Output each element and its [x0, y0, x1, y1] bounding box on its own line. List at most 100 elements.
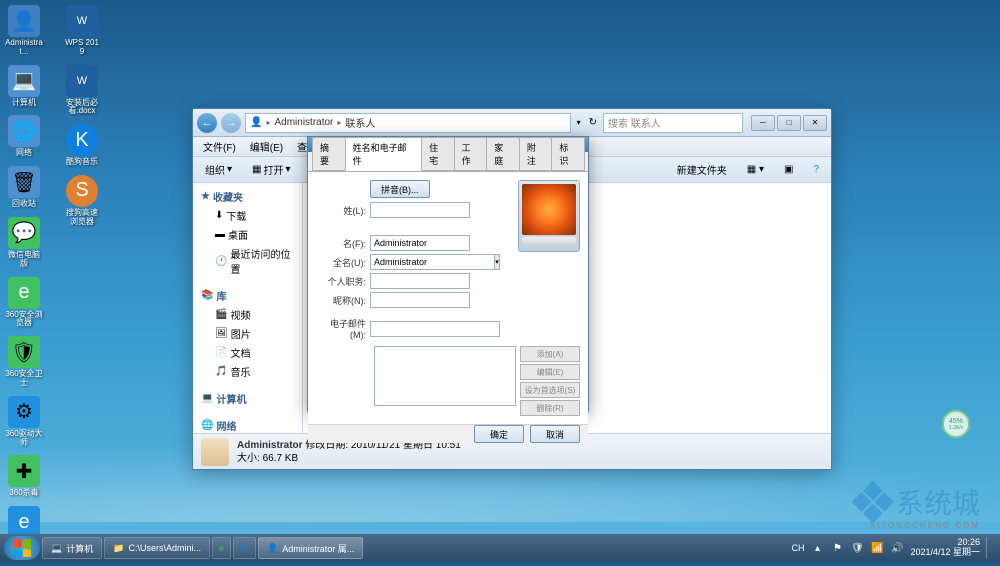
tab-name-email[interactable]: 姓名和电子邮件 [345, 137, 423, 171]
watermark-logo-icon [852, 481, 894, 523]
tray-network-icon[interactable]: 📶 [870, 541, 884, 555]
close-button[interactable]: ✕ [803, 115, 827, 131]
surname-input[interactable] [370, 202, 470, 218]
desktop-icon-administrator[interactable]: 👤Administrat... [5, 5, 43, 57]
toolbar-newfolder[interactable]: 新建文件夹 [671, 160, 733, 179]
title-input[interactable] [370, 273, 470, 289]
music-icon: 🎵 [215, 366, 227, 377]
desktop-icon-computer[interactable]: 💻计算机 [5, 65, 43, 108]
sidebar-favorites-header[interactable]: ★收藏夹 [197, 187, 298, 206]
desktop-icon-360driver[interactable]: ⚙360驱动大师 [5, 396, 43, 448]
tray-flag-icon[interactable]: ⚑ [830, 541, 844, 555]
address-bar[interactable]: 👤 ▸ Administrator ▸ 联系人 [245, 113, 571, 133]
nickname-input[interactable] [370, 292, 470, 308]
tray-lang[interactable]: CH [791, 543, 804, 553]
email-input[interactable] [370, 321, 500, 337]
status-size-label: 大小: [237, 453, 260, 464]
tab-summary[interactable]: 摘要 [312, 137, 346, 171]
sidebar-item-desktop[interactable]: ▬桌面 [197, 225, 298, 244]
desktop-icon-kugou[interactable]: K酷狗音乐 [63, 124, 101, 167]
desktop-icon-wechat[interactable]: 💬微信电脑版 [5, 217, 43, 269]
menu-edit[interactable]: 编辑(E) [244, 137, 289, 156]
watermark: 系统城 [858, 482, 980, 522]
desktop-icon-360browser[interactable]: e360安全浏览器 [5, 277, 43, 329]
sidebar-item-pictures[interactable]: 🖼图片 [197, 324, 298, 343]
start-button[interactable] [4, 536, 40, 560]
toolbar-organize[interactable]: 组织 ▾ [199, 160, 238, 179]
network-icon: 🌐 [201, 420, 213, 431]
sidebar-network-header[interactable]: 🌐网络 [197, 416, 298, 433]
sidebar-computer-header[interactable]: 💻计算机 [197, 389, 298, 408]
nav-forward-button[interactable]: → [221, 113, 241, 133]
sidebar-item-music[interactable]: 🎵音乐 [197, 362, 298, 381]
explorer-titlebar[interactable]: ← → 👤 ▸ Administrator ▸ 联系人 ▾ ↻ 搜索 联系人 ─… [193, 109, 831, 137]
nickname-label: 昵称(N): [316, 294, 370, 307]
sidebar-item-videos[interactable]: 🎬视频 [197, 305, 298, 324]
cpu-widget[interactable]: 45% 1.2K/s [942, 410, 970, 438]
tab-home[interactable]: 住宅 [421, 137, 455, 171]
desktop-icon-360av[interactable]: ✚360杀毒 [5, 455, 43, 498]
toolbar-help-icon[interactable]: ? [807, 162, 825, 177]
email-edit-button[interactable]: 编辑(E) [520, 364, 580, 380]
tab-notes[interactable]: 附注 [519, 137, 553, 171]
tray-clock[interactable]: 20:26 2021/4/12 星期一 [910, 538, 980, 558]
search-input[interactable]: 搜索 联系人 [603, 113, 743, 133]
taskbar-item-kugou[interactable]: Ⓚ [233, 537, 256, 559]
photo-bar [522, 237, 576, 245]
cpu-percent: 45% [949, 418, 963, 425]
minimize-button[interactable]: ─ [751, 115, 775, 131]
computer-icon: 💻 [201, 393, 213, 404]
sidebar-item-documents[interactable]: 📄文档 [197, 343, 298, 362]
contact-photo [522, 184, 576, 235]
email-add-button[interactable]: 添加(A) [520, 346, 580, 362]
ok-button[interactable]: 确定 [474, 425, 524, 443]
desktop-icon-recycle[interactable]: 🗑回收站 [5, 166, 43, 209]
toolbar-view-icon[interactable]: ▦ ▾ [741, 162, 770, 177]
email-delete-button[interactable]: 删除(R) [520, 400, 580, 416]
video-icon: 🎬 [215, 309, 227, 320]
tab-family[interactable]: 家庭 [486, 137, 520, 171]
sidebar-item-downloads[interactable]: ⬇下载 [197, 206, 298, 225]
maximize-button[interactable]: □ [777, 115, 801, 131]
desktop-icon-360safe[interactable]: 🛡360安全卫士 [5, 336, 43, 388]
name-input[interactable] [370, 235, 470, 251]
breadcrumb-seg-1[interactable]: 联系人 [345, 115, 375, 130]
toolbar-preview-icon[interactable]: ▣ [778, 162, 799, 177]
taskbar-item-browser[interactable]: e [212, 537, 231, 559]
toolbar-open[interactable]: ▦ 打开 ▾ [246, 160, 296, 179]
status-contact-icon [201, 438, 229, 466]
contact-photo-frame[interactable] [518, 180, 580, 252]
email-default-button[interactable]: 设为首选项(S) [520, 382, 580, 398]
desktop-icon-docx[interactable]: W安装后必看.docx [63, 65, 101, 117]
fullname-dropdown[interactable]: ▾ [494, 254, 500, 270]
computer-icon: 💻 [51, 543, 62, 554]
sidebar-item-recent[interactable]: 🕐最近访问的位置 [197, 244, 298, 278]
tray-up-icon[interactable]: ▴ [810, 541, 824, 555]
menu-file[interactable]: 文件(F) [197, 137, 242, 156]
desktop-icon-sogou[interactable]: S搜狗高速浏览器 [63, 175, 101, 227]
folder-icon: 📁 [113, 543, 124, 554]
show-desktop-button[interactable] [986, 537, 992, 559]
explorer-sidebar: ★收藏夹 ⬇下载 ▬桌面 🕐最近访问的位置 📚库 🎬视频 🖼图片 📄文档 🎵音乐… [193, 183, 303, 433]
download-icon: ⬇ [215, 210, 223, 221]
tab-content: 拼音(B)... 姓(L): 名(F): 全名(U): ▾ 个人职务: 昵称(N… [308, 172, 588, 424]
tray-volume-icon[interactable]: 🔊 [890, 541, 904, 555]
desktop-icon-network[interactable]: 🌐网络 [5, 115, 43, 158]
sidebar-libraries-header[interactable]: 📚库 [197, 286, 298, 305]
tray-shield-icon[interactable]: 🛡 [850, 541, 864, 555]
desktop-icon-wps[interactable]: WWPS 2019 [63, 5, 101, 57]
email-listbox[interactable] [374, 346, 516, 406]
contact-icon: 👤 [267, 543, 278, 554]
pinyin-button[interactable]: 拼音(B)... [370, 180, 430, 198]
recent-icon: 🕐 [215, 256, 227, 267]
taskbar-item-explorer[interactable]: 📁C:\Users\Admini... [104, 537, 210, 559]
taskbar: 💻计算机 📁C:\Users\Admini... e Ⓚ 👤Administra… [0, 534, 1000, 562]
breadcrumb-seg-0[interactable]: Administrator [274, 117, 333, 128]
fullname-input[interactable] [370, 254, 494, 270]
tab-ids[interactable]: 标识 [551, 137, 585, 171]
taskbar-item-computer[interactable]: 💻计算机 [42, 537, 102, 559]
taskbar-item-properties[interactable]: 👤Administrator 属... [258, 537, 363, 559]
cancel-button[interactable]: 取消 [530, 425, 580, 443]
tab-work[interactable]: 工作 [454, 137, 488, 171]
nav-back-button[interactable]: ← [197, 113, 217, 133]
